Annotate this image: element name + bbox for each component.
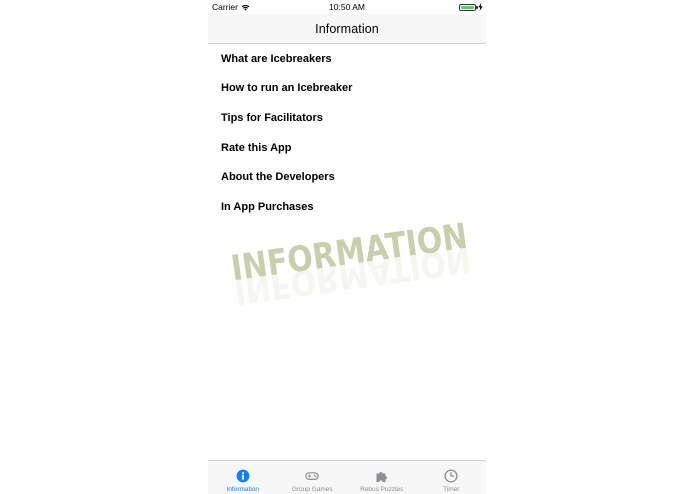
information-menu: What are Icebreakers How to run an Icebr… bbox=[208, 44, 486, 222]
page-title: Information bbox=[315, 21, 379, 36]
info-icon bbox=[236, 469, 250, 483]
battery-fill bbox=[461, 5, 474, 9]
status-bar: Carrier 10:50 AM bbox=[208, 0, 486, 14]
tab-label: Timer bbox=[443, 486, 460, 493]
status-time: 10:50 AM bbox=[329, 2, 365, 12]
gamepad-icon bbox=[305, 472, 320, 480]
tab-label: Information bbox=[226, 486, 260, 493]
tab-timer[interactable]: Timer bbox=[417, 461, 487, 494]
tab-rebus-puzzles[interactable]: Rebus Puzzles bbox=[347, 461, 417, 494]
puzzle-icon bbox=[376, 472, 387, 482]
menu-item-about-developers[interactable]: About the Developers bbox=[208, 162, 486, 192]
navigation-bar: Information bbox=[208, 14, 486, 44]
tab-information[interactable]: Information bbox=[208, 461, 278, 494]
information-banner: INFORMATION INFORMATION bbox=[218, 206, 480, 316]
battery-indicator bbox=[459, 3, 483, 11]
tab-bar: Information Group Games Rebus Puzzles Ti… bbox=[208, 460, 486, 494]
menu-item-rate-app[interactable]: Rate this App bbox=[208, 133, 486, 163]
app-screen: Carrier 10:50 AM Information What are Ic… bbox=[208, 0, 486, 494]
tab-label: Rebus Puzzles bbox=[360, 486, 404, 493]
clock-icon bbox=[444, 469, 458, 483]
menu-item-what-are-icebreakers[interactable]: What are Icebreakers bbox=[208, 44, 486, 74]
menu-item-tips-facilitators[interactable]: Tips for Facilitators bbox=[208, 103, 486, 133]
tab-group-games[interactable]: Group Games bbox=[278, 461, 348, 494]
menu-item-how-to-run[interactable]: How to run an Icebreaker bbox=[208, 74, 486, 104]
tab-label: Group Games bbox=[291, 486, 333, 493]
charging-bolt-icon bbox=[478, 3, 483, 11]
battery-icon bbox=[459, 3, 478, 11]
banner-art: INFORMATION INFORMATION bbox=[229, 217, 473, 312]
